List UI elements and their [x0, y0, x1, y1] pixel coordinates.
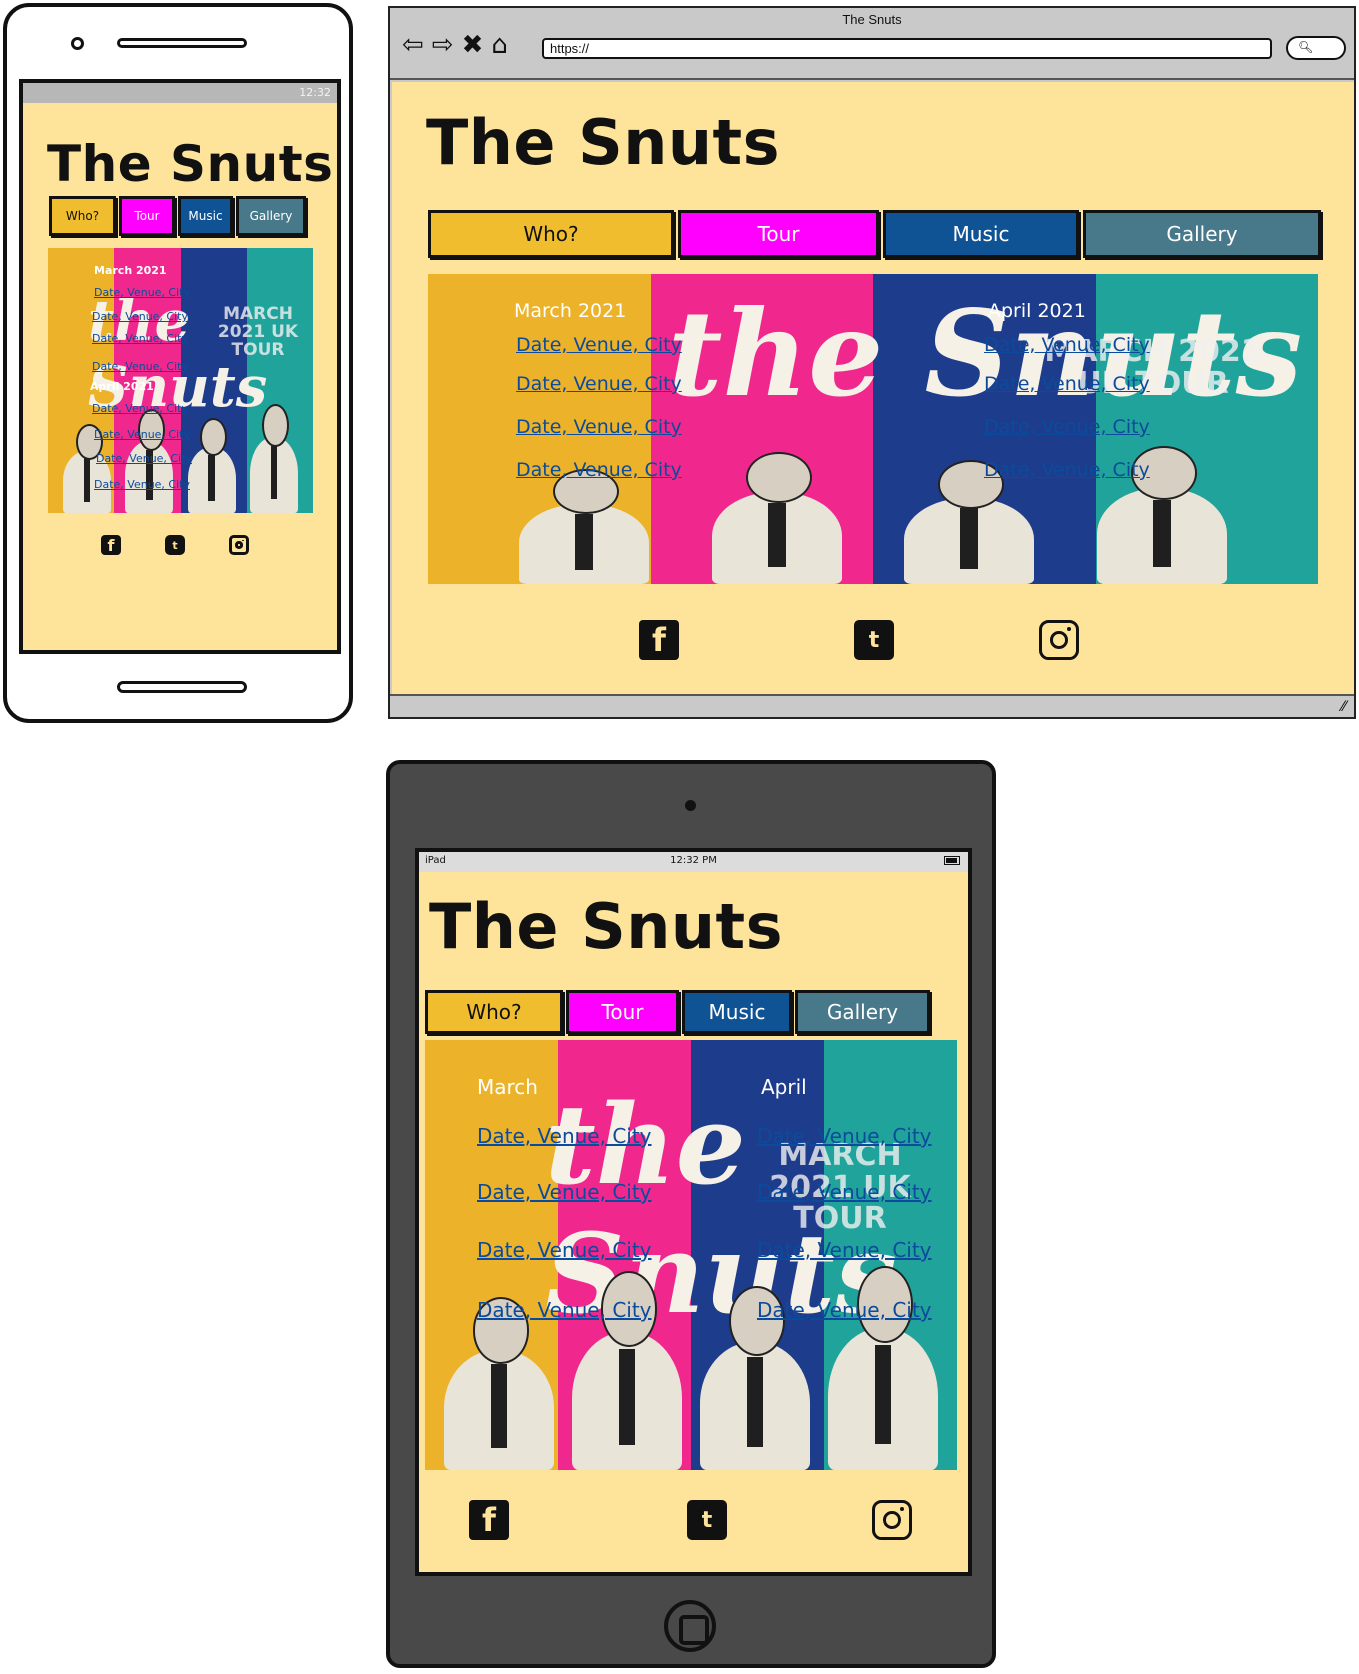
phone-speaker	[117, 38, 247, 48]
close-icon[interactable]: ✖	[462, 30, 484, 60]
tablet-nav-tour[interactable]: Tour	[566, 990, 679, 1034]
browser-month-march: March 2021	[514, 300, 627, 322]
tablet-site-title: The Snuts	[429, 890, 784, 963]
instagram-icon[interactable]	[872, 1500, 912, 1540]
address-bar[interactable]: https://	[542, 38, 1272, 59]
instagram-icon[interactable]	[229, 535, 249, 555]
twitter-icon[interactable]: t	[854, 620, 894, 660]
browser-gig-link[interactable]: Date, Venue, City	[984, 416, 1150, 438]
facebook-icon[interactable]: f	[469, 1500, 509, 1540]
browser-mockup: The Snuts ⇦ ⇨ ✖ ⌂ https:// 🔍︎ The Snuts …	[388, 6, 1356, 719]
browser-gig-link[interactable]: Date, Venue, City	[516, 416, 682, 438]
phone-gig-link[interactable]: Date, Venue, City	[92, 360, 188, 373]
browser-gig-link[interactable]: Date, Venue, City	[516, 334, 682, 356]
back-icon[interactable]: ⇦	[402, 30, 424, 60]
tablet-status-bar: iPad 12:32 PM	[419, 852, 968, 872]
battery-icon	[944, 856, 960, 865]
tablet-status-time: 12:32 PM	[670, 855, 717, 866]
phone-gig-link[interactable]: Date, Venue, City	[96, 452, 192, 465]
tablet-gig-link[interactable]: Date, Venue, City	[757, 1124, 932, 1148]
browser-social-links: f t	[639, 620, 1079, 660]
phone-home-button[interactable]	[117, 681, 247, 693]
tablet-nav: Who? Tour Music Gallery	[425, 990, 930, 1034]
search-icon[interactable]: 🔍︎	[1286, 36, 1346, 60]
forward-icon[interactable]: ⇨	[432, 30, 454, 60]
browser-tour-hero: the Snuts MARCH 2021 UK TOUR March 2021 …	[428, 274, 1318, 584]
phone-gig-link[interactable]: Date, Venue, City	[92, 402, 188, 415]
phone-nav-gallery[interactable]: Gallery	[236, 196, 306, 236]
tablet-home-button[interactable]	[664, 1600, 716, 1652]
browser-nav-gallery[interactable]: Gallery	[1083, 210, 1321, 258]
browser-status-bar: ⁄⁄	[390, 694, 1354, 717]
tablet-screen: iPad 12:32 PM The Snuts Who? Tour Music …	[415, 848, 972, 1576]
resize-grip-icon[interactable]: ⁄⁄	[1341, 699, 1346, 715]
home-icon[interactable]: ⌂	[491, 30, 508, 60]
phone-status-time: 12:32	[299, 86, 331, 99]
browser-window-title: The Snuts	[842, 12, 902, 27]
phone-gig-link[interactable]: Date, Venue, City	[92, 332, 188, 345]
tablet-nav-who[interactable]: Who?	[425, 990, 563, 1034]
phone-nav-music[interactable]: Music	[178, 196, 233, 236]
tablet-mockup: iPad 12:32 PM The Snuts Who? Tour Music …	[386, 760, 996, 1668]
tablet-nav-gallery[interactable]: Gallery	[795, 990, 930, 1034]
phone-nav: Who? Tour Music Gallery	[49, 196, 306, 236]
phone-month-march: March 2021	[94, 264, 167, 277]
phone-poster-text: MARCH 2021 UK TOUR	[217, 304, 299, 360]
phone-social-links: f t	[101, 535, 249, 555]
browser-site-title: The Snuts	[426, 106, 781, 179]
phone-tour-hero: the Snuts MARCH 2021 UK TOUR March 2021 …	[48, 248, 313, 513]
browser-titlebar: The Snuts ⇦ ⇨ ✖ ⌂ https:// 🔍︎	[390, 8, 1354, 80]
tablet-camera	[685, 800, 696, 811]
tablet-month-april: April	[761, 1075, 807, 1099]
tablet-nav-music[interactable]: Music	[682, 990, 792, 1034]
browser-viewport: The Snuts Who? Tour Music Gallery the Sn…	[392, 82, 1354, 696]
tablet-gig-link[interactable]: Date, Venue, City	[757, 1298, 932, 1322]
phone-mockup: 12:32 The Snuts Who? Tour Music Gallery …	[3, 3, 353, 723]
tablet-gig-link[interactable]: Date, Venue, City	[477, 1124, 652, 1148]
browser-nav-music[interactable]: Music	[883, 210, 1079, 258]
twitter-icon[interactable]: t	[687, 1500, 727, 1540]
instagram-icon[interactable]	[1039, 620, 1079, 660]
twitter-icon[interactable]: t	[165, 535, 185, 555]
tablet-tour-hero: the Snuts MARCH 2021 UK TOUR March Date,…	[425, 1040, 957, 1470]
phone-screen: 12:32 The Snuts Who? Tour Music Gallery …	[19, 79, 341, 654]
phone-nav-tour[interactable]: Tour	[119, 196, 175, 236]
facebook-icon[interactable]: f	[639, 620, 679, 660]
browser-gig-link[interactable]: Date, Venue, City	[984, 373, 1150, 395]
phone-gig-link[interactable]: Date, Venue, City	[94, 478, 190, 491]
facebook-icon[interactable]: f	[101, 535, 121, 555]
browser-gig-link[interactable]: Date, Venue, City	[984, 334, 1150, 356]
phone-month-april: April 2021	[90, 380, 154, 393]
tablet-gig-link[interactable]: Date, Venue, City	[477, 1298, 652, 1322]
tablet-social-links: f t	[469, 1500, 912, 1540]
browser-nav-tour[interactable]: Tour	[678, 210, 879, 258]
browser-month-april: April 2021	[988, 300, 1086, 322]
browser-gig-link[interactable]: Date, Venue, City	[984, 459, 1150, 481]
phone-site-title: The Snuts	[47, 135, 334, 193]
browser-gig-link[interactable]: Date, Venue, City	[516, 373, 682, 395]
browser-nav-who[interactable]: Who?	[428, 210, 674, 258]
browser-nav: Who? Tour Music Gallery	[428, 210, 1321, 258]
browser-gig-link[interactable]: Date, Venue, City	[516, 459, 682, 481]
tablet-gig-link[interactable]: Date, Venue, City	[477, 1238, 652, 1262]
phone-camera	[71, 37, 84, 50]
tablet-gig-link[interactable]: Date, Venue, City	[757, 1238, 932, 1262]
phone-gig-link[interactable]: Date, Venue, City	[92, 310, 188, 323]
phone-status-bar: 12:32	[23, 83, 337, 103]
phone-nav-who[interactable]: Who?	[49, 196, 116, 236]
tablet-gig-link[interactable]: Date, Venue, City	[477, 1180, 652, 1204]
browser-nav-icons: ⇦ ⇨ ✖ ⌂	[402, 30, 508, 60]
phone-gig-link[interactable]: Date, Venue, City	[94, 286, 190, 299]
tablet-gig-link[interactable]: Date, Venue, City	[757, 1180, 932, 1204]
tablet-month-march: March	[477, 1075, 538, 1099]
phone-gig-link[interactable]: Date, Venue, City	[94, 428, 190, 441]
